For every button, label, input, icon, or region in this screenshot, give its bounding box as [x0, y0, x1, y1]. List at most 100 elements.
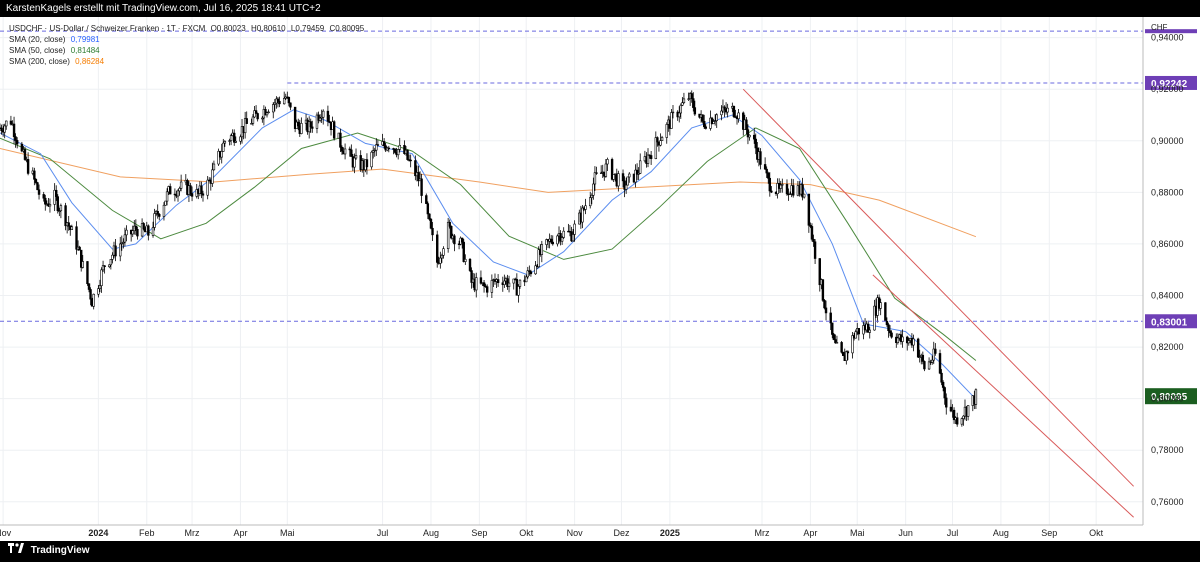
candle-body — [353, 157, 356, 168]
candle-body — [974, 389, 978, 405]
candle-body — [490, 280, 494, 293]
candle-body — [678, 112, 681, 118]
candle-body — [15, 140, 19, 145]
candle-body — [879, 302, 882, 309]
candle-body — [59, 205, 63, 212]
candle-body — [134, 225, 138, 230]
candle-body — [34, 179, 38, 183]
candle-body — [701, 114, 704, 122]
x-tick-label: Apr — [233, 528, 247, 538]
legend-symbol-line: USDCHF · US-Dollar / Schweizer Franken ·… — [9, 24, 206, 33]
x-tick-label: Mrz — [185, 528, 200, 538]
candle-body — [821, 279, 825, 301]
candle-body — [671, 111, 675, 114]
candle-body — [426, 203, 430, 215]
legend-high: H0,80610 — [250, 24, 286, 33]
candle-body — [189, 185, 192, 194]
x-tick-label: Okt — [519, 528, 534, 538]
legend-sma50[interactable]: SMA (50, close) 0,81484 — [9, 46, 100, 55]
price-chart[interactable]: 0,922420,830010,80095 Nov 2024 Feb Mrz Apr Ma… — [0, 17, 1200, 541]
candle-body — [442, 248, 445, 256]
candle-body — [289, 102, 292, 108]
candle-body — [5, 120, 8, 127]
y-tick-label: 0,88000 — [1151, 187, 1184, 197]
candle-body — [896, 337, 900, 344]
legend-open: O0,80023 — [210, 24, 246, 33]
candle-body — [387, 147, 391, 150]
legend-sma200-value: 0,86284 — [75, 57, 105, 66]
candle-body — [646, 154, 650, 164]
candle-body — [109, 259, 113, 266]
candle-body — [916, 338, 920, 358]
candle-body — [393, 148, 397, 153]
candle-body — [507, 282, 511, 287]
candle-body — [396, 149, 400, 156]
candle-body — [829, 312, 832, 324]
candle-body — [941, 381, 945, 388]
legend-close: C0,80095 — [329, 24, 365, 33]
candle-body — [147, 225, 150, 236]
candle-body — [955, 417, 959, 425]
candle-body — [464, 258, 467, 262]
candle-body — [626, 176, 629, 186]
candle-body — [425, 195, 428, 204]
horizontal-lines[interactable]: 0,922420,830010,80095 — [0, 29, 1197, 405]
candle-body — [332, 121, 336, 139]
trend-line — [742, 88, 1134, 487]
candle-body — [156, 211, 159, 215]
legend-sma20[interactable]: SMA (20, close) 0,79981 — [9, 35, 100, 44]
candle-body — [162, 204, 166, 217]
candle-body — [841, 351, 845, 356]
candle-body — [300, 123, 303, 134]
candle-body — [581, 207, 584, 223]
candle-body — [153, 213, 156, 228]
candle-body — [431, 227, 434, 236]
candle-body — [517, 286, 520, 296]
candle-body — [835, 342, 839, 344]
candle-body — [453, 235, 456, 245]
candle-body — [343, 148, 347, 155]
candle-body — [768, 177, 772, 192]
candle-body — [624, 184, 628, 190]
axes: Nov 2024 Feb Mrz Apr Mai Jul Aug Sep Okt Nov Dez 202… — [0, 17, 1184, 538]
candle-body — [169, 186, 172, 195]
y-tick-label: 0,90000 — [1151, 136, 1184, 146]
x-tick-label: Jun — [898, 528, 913, 538]
candle-body — [111, 254, 114, 260]
candle-body — [311, 126, 314, 129]
x-tick-label: Feb — [139, 528, 155, 538]
candle-body — [201, 193, 205, 196]
candle-body — [665, 124, 668, 138]
candle-body — [901, 336, 904, 342]
candle-body — [754, 138, 757, 149]
candle-body — [48, 204, 52, 207]
legend-sma200[interactable]: SMA (200, close) 0,86284 — [9, 57, 104, 66]
candle-body — [962, 415, 965, 419]
candle-body — [179, 181, 183, 189]
candle-body — [770, 190, 773, 193]
candle-body — [265, 112, 269, 116]
candle-body — [211, 169, 214, 184]
candle-body — [251, 116, 255, 124]
legend-symbol: USDCHF · US-Dollar / Schweizer Franken ·… — [9, 24, 364, 33]
candle-body — [857, 328, 861, 335]
y-tick-label: 0,92000 — [1151, 84, 1184, 94]
candle-body — [604, 163, 608, 177]
tradingview-brand[interactable]: TradingView — [31, 545, 90, 556]
x-tick-label: Nov — [0, 528, 12, 538]
candle-body — [229, 135, 233, 141]
candle-body — [33, 170, 36, 180]
candle-body — [592, 183, 595, 196]
candle-body — [737, 112, 740, 119]
tradingview-logo-icon[interactable] — [8, 541, 24, 561]
candle-body — [723, 106, 726, 110]
candle-body — [659, 140, 662, 146]
candle-body — [712, 121, 715, 124]
candle-body — [912, 338, 915, 346]
candle-body — [322, 110, 325, 118]
candle-body — [239, 136, 242, 142]
trend-lines[interactable] — [742, 88, 1134, 518]
candle-body — [282, 98, 286, 105]
candle-body — [670, 112, 673, 129]
candle-body — [551, 241, 554, 245]
